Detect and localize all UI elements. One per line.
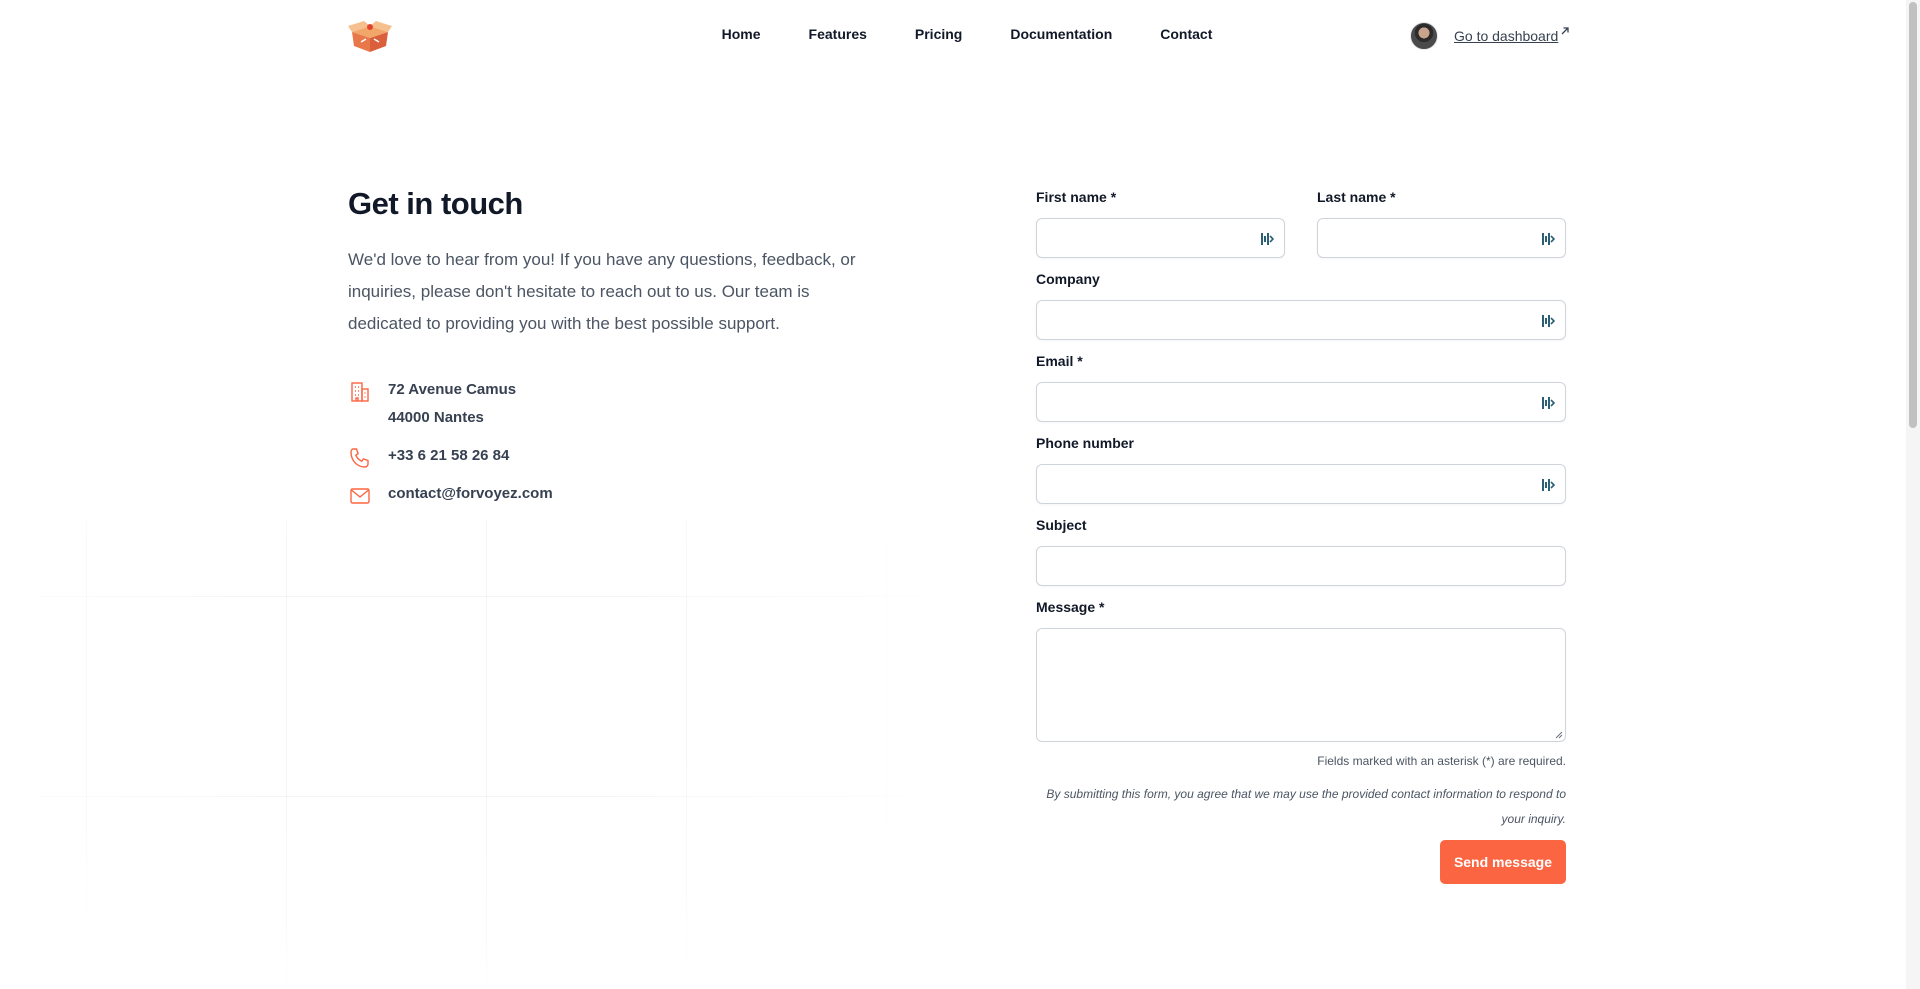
required-note: Fields marked with an asterisk (*) are r… bbox=[1317, 754, 1566, 768]
last-name-label: Last name * bbox=[1317, 189, 1396, 205]
avatar[interactable] bbox=[1410, 22, 1438, 50]
email-address[interactable]: contact@forvoyez.com bbox=[388, 480, 553, 508]
message-textarea[interactable] bbox=[1037, 629, 1565, 741]
go-to-dashboard-link[interactable]: Go to dashboard bbox=[1454, 27, 1570, 44]
first-name-input[interactable] bbox=[1037, 219, 1284, 257]
contact-address: 72 Avenue Camus 44000 Nantes bbox=[348, 381, 868, 432]
phone-field: Phone number bbox=[1036, 436, 1566, 504]
nav-contact[interactable]: Contact bbox=[1160, 26, 1212, 42]
main-nav: Home Features Pricing Documentation Cont… bbox=[0, 26, 1920, 42]
site-header: Home Features Pricing Documentation Cont… bbox=[0, 0, 1920, 72]
submit-row: Send message bbox=[1036, 840, 1566, 884]
message-textarea-wrap bbox=[1036, 628, 1566, 742]
user-area: Go to dashboard bbox=[1410, 22, 1570, 50]
background-grid bbox=[40, 520, 920, 989]
message-field: Message * bbox=[1036, 600, 1566, 742]
email-input[interactable] bbox=[1037, 383, 1565, 421]
contact-list: 72 Avenue Camus 44000 Nantes +33 6 21 58… bbox=[348, 381, 868, 508]
building-icon bbox=[351, 382, 369, 402]
company-input[interactable] bbox=[1037, 301, 1565, 339]
password-manager-icon[interactable] bbox=[1260, 231, 1274, 247]
phone-input[interactable] bbox=[1037, 465, 1565, 503]
contact-info: Get in touch We'd love to hear from you!… bbox=[348, 186, 868, 524]
subject-input[interactable] bbox=[1037, 547, 1565, 585]
nav-pricing[interactable]: Pricing bbox=[915, 26, 962, 42]
resize-grip-icon[interactable] bbox=[1555, 731, 1563, 739]
nav-documentation[interactable]: Documentation bbox=[1010, 26, 1112, 42]
dashboard-link-label: Go to dashboard bbox=[1454, 28, 1559, 44]
phone-label: Phone number bbox=[1036, 435, 1135, 451]
nav-home[interactable]: Home bbox=[722, 26, 761, 42]
first-name-input-wrap bbox=[1036, 218, 1285, 258]
email-input-wrap bbox=[1036, 382, 1566, 422]
message-label: Message * bbox=[1036, 599, 1105, 615]
intro-text: We'd love to hear from you! If you have … bbox=[348, 250, 856, 333]
last-name-input[interactable] bbox=[1318, 219, 1565, 257]
contact-form: First name * Last name * Company Email * bbox=[1036, 190, 1566, 884]
subject-field: Subject bbox=[1036, 518, 1566, 586]
external-link-icon bbox=[1561, 27, 1569, 35]
subject-label: Subject bbox=[1036, 517, 1087, 533]
address-line-1: 72 Avenue Camus bbox=[388, 381, 517, 398]
phone-icon bbox=[350, 448, 369, 468]
email-label: Email * bbox=[1036, 353, 1083, 369]
contact-phone: +33 6 21 58 26 84 bbox=[348, 447, 868, 470]
password-manager-icon[interactable] bbox=[1541, 395, 1555, 411]
terms-text: By submitting this form, you agree that … bbox=[1046, 787, 1566, 826]
email-field: Email * bbox=[1036, 354, 1566, 422]
first-name-label: First name * bbox=[1036, 189, 1117, 205]
address-line-2: 44000 Nantes bbox=[388, 409, 484, 426]
company-field: Company bbox=[1036, 272, 1566, 340]
last-name-input-wrap bbox=[1317, 218, 1566, 258]
name-row: First name * Last name * bbox=[1036, 190, 1566, 272]
contact-email: contact@forvoyez.com bbox=[348, 485, 868, 508]
scrollbar-thumb[interactable] bbox=[1909, 2, 1917, 428]
subject-input-wrap bbox=[1036, 546, 1566, 586]
password-manager-icon[interactable] bbox=[1541, 231, 1555, 247]
password-manager-icon[interactable] bbox=[1541, 313, 1555, 329]
password-manager-icon[interactable] bbox=[1541, 477, 1555, 493]
phone-input-wrap bbox=[1036, 464, 1566, 504]
nav-features[interactable]: Features bbox=[809, 26, 867, 42]
page-scrollbar[interactable] bbox=[1906, 0, 1920, 989]
company-input-wrap bbox=[1036, 300, 1566, 340]
company-label: Company bbox=[1036, 271, 1100, 287]
mail-icon bbox=[350, 488, 370, 504]
send-message-button[interactable]: Send message bbox=[1439, 840, 1566, 884]
first-name-field: First name * bbox=[1036, 190, 1285, 258]
last-name-field: Last name * bbox=[1317, 190, 1566, 258]
phone-number[interactable]: +33 6 21 58 26 84 bbox=[388, 442, 509, 470]
page-title: Get in touch bbox=[348, 186, 523, 221]
